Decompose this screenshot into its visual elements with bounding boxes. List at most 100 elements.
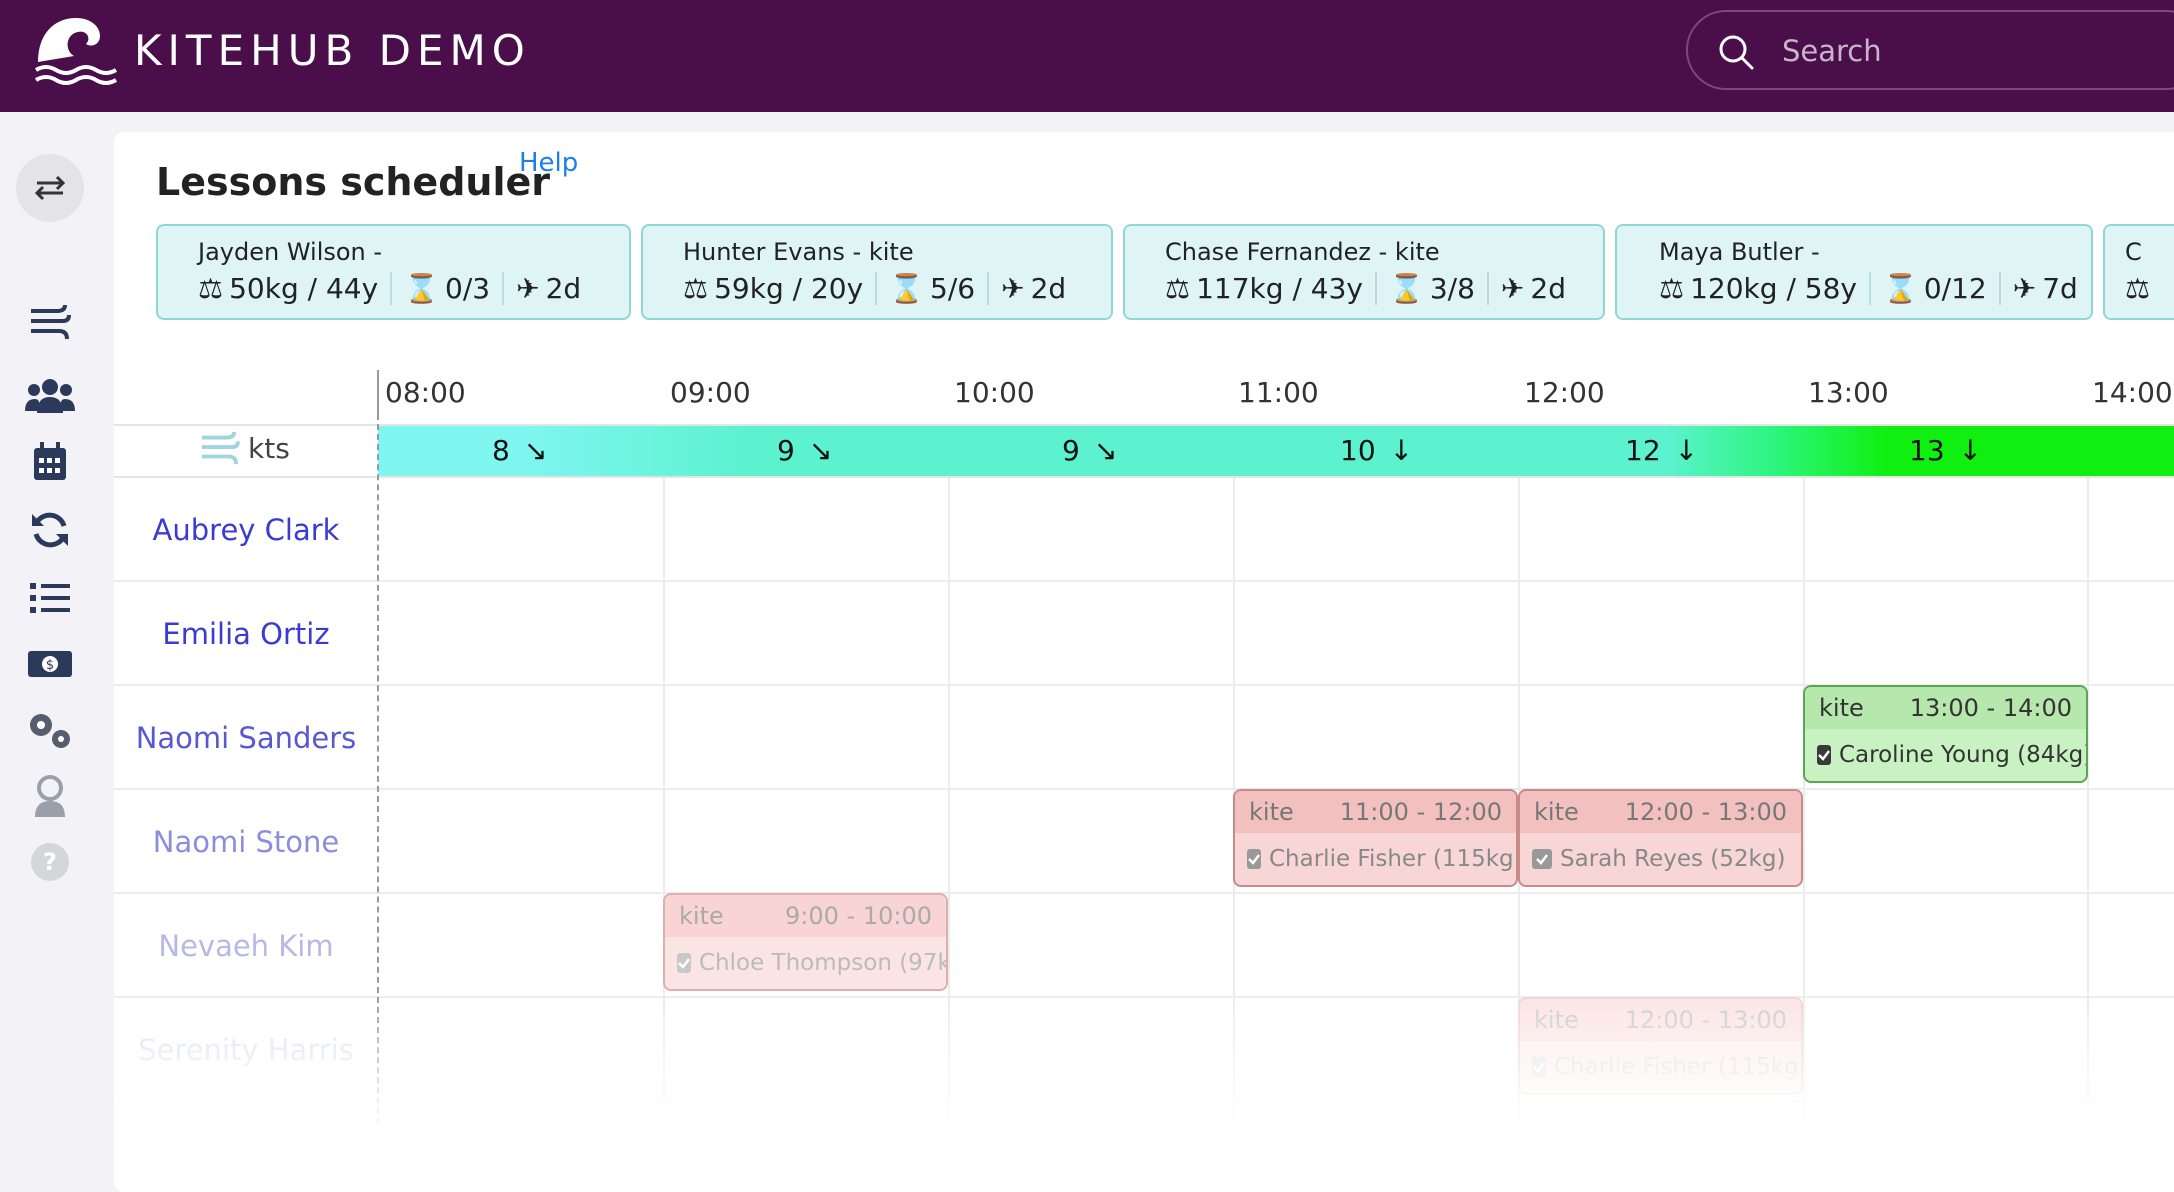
student-card[interactable]: Chase Fernandez - kite ⚖ 117kg / 43y ⌛ 3/8… — [1123, 224, 1605, 320]
lesson-time: 13:00 - 14:00 — [1909, 694, 2072, 722]
lesson-time: 9:00 - 10:00 — [785, 902, 932, 930]
lesson-progress: 0/12 — [1923, 272, 1987, 305]
lesson-progress: 5/6 — [930, 272, 976, 305]
student-card[interactable]: Maya Butler - ⚖ 120kg / 58y ⌛ 0/12 ✈ 7d — [1615, 224, 2093, 320]
wind-speed: 10 ↓ — [1340, 434, 1414, 467]
sidebar: $ ? — [0, 112, 104, 1166]
student-card[interactable]: Jayden Wilson - ⚖ 50kg / 44y ⌛ 0/3 ✈ 2d — [156, 224, 631, 320]
money-icon: $ — [28, 651, 72, 677]
sidebar-item-sync[interactable] — [16, 496, 84, 564]
sidebar-item-list[interactable] — [16, 564, 84, 632]
student-name: Maya Butler - — [1659, 238, 1820, 266]
calendar-icon — [34, 442, 66, 480]
lesson-student: Chloe Thompson (97kg) — [699, 950, 948, 976]
checkbox-checked-icon[interactable] — [1247, 849, 1261, 869]
sidebar-item-wind[interactable] — [16, 288, 84, 356]
wind-direction-icon: ↓ — [1389, 434, 1414, 467]
hour-label: 12:00 — [1524, 376, 1605, 409]
timeline-divider — [377, 424, 379, 1192]
student-card[interactable]: Hunter Evans - kite ⚖ 59kg / 20y ⌛ 5/6 ✈ 2d — [641, 224, 1113, 320]
hourglass-icon: ⌛ — [889, 272, 925, 305]
checkbox-checked-icon[interactable] — [1532, 849, 1552, 869]
sidebar-item-instructors[interactable] — [16, 762, 84, 830]
instructor-row[interactable]: Serenity Harris — [114, 998, 2174, 1102]
scale-icon: ⚖ — [198, 272, 224, 305]
sidebar-item-settings[interactable] — [16, 696, 84, 764]
sidebar-toggle-button[interactable] — [16, 154, 84, 222]
brand-name[interactable]: KITEHUB DEMO — [134, 26, 531, 75]
instructor-row[interactable]: Nevaeh Kim — [114, 894, 2174, 998]
student-name: C — [2125, 238, 2142, 266]
wind-speed: 13 ↓ — [1909, 434, 1983, 467]
wind-unit: kts — [248, 431, 290, 465]
instructor-row[interactable]: Emilia Ortiz — [114, 582, 2174, 686]
lesson-progress: 3/8 — [1429, 272, 1475, 305]
instructor-row[interactable]: Aubrey Clark — [114, 478, 2174, 582]
wind-direction-icon: ↓ — [1958, 434, 1983, 467]
scale-icon: ⚖ — [683, 272, 709, 305]
help-link[interactable]: Help — [519, 148, 578, 178]
days-left: 2d — [1530, 272, 1566, 305]
hourglass-icon: ⌛ — [404, 272, 440, 305]
search-input[interactable] — [1782, 30, 2174, 72]
lesson-type: kite — [1534, 798, 1579, 826]
lesson-block[interactable]: kite 11:00 - 12:00 Charlie Fisher (115kg… — [1233, 789, 1518, 887]
lesson-type: kite — [679, 902, 724, 930]
lesson-student: Caroline Young (84kg) — [1839, 742, 2088, 768]
lesson-block[interactable]: kite 12:00 - 13:00 Sarah Reyes (52kg) — [1518, 789, 1803, 887]
wind-icon — [31, 304, 71, 340]
sidebar-item-help[interactable]: ? — [16, 828, 84, 896]
top-bar: KITEHUB DEMO — [0, 0, 2174, 112]
instructor-name[interactable]: Emilia Ortiz — [114, 582, 378, 686]
plane-departure-icon: ✈ — [516, 272, 540, 305]
wind-speed: 8 ↘ — [492, 434, 548, 467]
lesson-time: 12:00 - 13:00 — [1624, 798, 1787, 826]
page-title: Lessons scheduler — [156, 160, 550, 204]
settings-icon — [30, 714, 70, 748]
wind-bar — [378, 426, 2174, 476]
wind-direction-icon: ↘ — [1093, 434, 1118, 467]
lesson-type: kite — [1534, 1006, 1579, 1034]
timeline-axis — [377, 370, 379, 420]
plane-departure-icon: ✈ — [1500, 272, 1525, 305]
instructor-name[interactable]: Nevaeh Kim — [114, 894, 378, 998]
student-name: Chase Fernandez - kite — [1165, 238, 1440, 266]
wind-direction-icon: ↓ — [1674, 434, 1699, 467]
scale-icon: ⚖ — [2125, 272, 2151, 305]
sidebar-item-payments[interactable]: $ — [16, 630, 84, 698]
checkbox-checked-icon[interactable] — [677, 953, 691, 973]
student-card[interactable]: C ⚖ — [2103, 224, 2174, 320]
instructor-name[interactable]: Serenity Harris — [114, 998, 378, 1102]
hour-label: 08:00 — [385, 376, 466, 409]
days-left: 2d — [545, 272, 582, 305]
hour-label: 13:00 — [1808, 376, 1889, 409]
lesson-time: 12:00 - 13:00 — [1624, 1006, 1787, 1034]
lesson-block[interactable]: kite 12:00 - 13:00 Charlie Fisher (115kg… — [1518, 997, 1803, 1095]
help-icon: ? — [31, 843, 69, 881]
swap-arrows-icon — [34, 175, 66, 201]
svg-text:?: ? — [43, 848, 57, 876]
student-name: Jayden Wilson - — [198, 238, 383, 266]
checkbox-checked-icon[interactable] — [1817, 745, 1831, 765]
checkbox-checked-icon[interactable] — [1532, 1057, 1546, 1077]
instructor-name[interactable]: Aubrey Clark — [114, 478, 378, 582]
users-icon — [25, 379, 75, 413]
hourglass-icon: ⌛ — [1388, 272, 1424, 305]
wave-logo-icon[interactable] — [32, 14, 124, 86]
search-icon — [1719, 35, 1754, 70]
lesson-block[interactable]: kite 13:00 - 14:00 Caroline Young (84kg) — [1803, 685, 2088, 783]
plane-departure-icon: ✈ — [2012, 272, 2037, 305]
instructor-row[interactable]: Naomi Stone — [114, 790, 2174, 894]
sidebar-item-users[interactable] — [16, 362, 84, 430]
wind-speed: 9 ↘ — [1062, 434, 1118, 467]
sidebar-item-calendar[interactable] — [16, 428, 84, 496]
hour-label: 10:00 — [954, 376, 1035, 409]
weight-age: 117kg / 43y — [1196, 272, 1363, 305]
search-box[interactable] — [1686, 10, 2174, 90]
instructor-name[interactable]: Naomi Sanders — [114, 686, 378, 790]
wind-direction-icon: ↘ — [808, 434, 833, 467]
lesson-block[interactable]: kite 9:00 - 10:00 Chloe Thompson (97kg) — [663, 893, 948, 991]
student-name: Hunter Evans - kite — [683, 238, 914, 266]
weight-age: 50kg / 44y — [229, 272, 379, 305]
instructor-name[interactable]: Naomi Stone — [114, 790, 378, 894]
